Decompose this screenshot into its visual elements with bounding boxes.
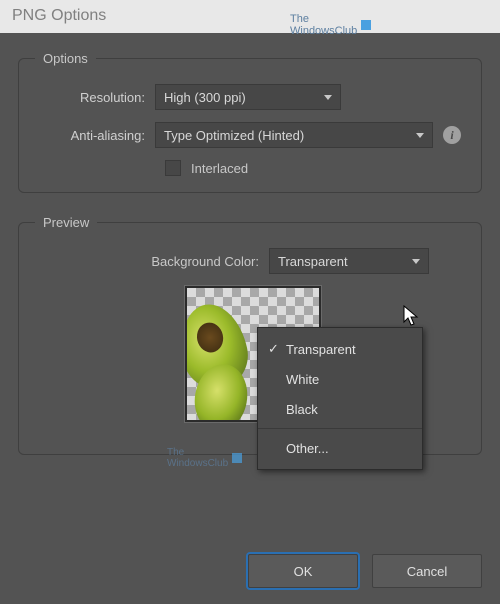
dialog-content: Options Resolution: High (300 ppi) Anti-… bbox=[0, 33, 500, 489]
dropdown-item-white[interactable]: White bbox=[258, 364, 422, 394]
chevron-down-icon bbox=[324, 95, 332, 100]
dropdown-item-black[interactable]: Black bbox=[258, 394, 422, 424]
background-color-row: Background Color: Transparent bbox=[35, 248, 465, 274]
button-bar: OK Cancel bbox=[248, 554, 482, 588]
dialog-title: PNG Options bbox=[12, 7, 106, 24]
background-color-label: Background Color: bbox=[35, 254, 269, 269]
anti-aliasing-row: Anti-aliasing: Type Optimized (Hinted) i bbox=[35, 122, 465, 148]
resolution-row: Resolution: High (300 ppi) bbox=[35, 84, 465, 110]
resolution-select-value: High (300 ppi) bbox=[164, 90, 246, 105]
dropdown-item-label: Black bbox=[286, 402, 318, 417]
cancel-button[interactable]: Cancel bbox=[372, 554, 482, 588]
background-color-select-value: Transparent bbox=[278, 254, 348, 269]
chevron-down-icon bbox=[412, 259, 420, 264]
info-icon[interactable]: i bbox=[443, 126, 461, 144]
ok-button[interactable]: OK bbox=[248, 554, 358, 588]
options-legend: Options bbox=[35, 51, 96, 66]
checkmark-icon: ✓ bbox=[268, 341, 286, 357]
preview-legend: Preview bbox=[35, 215, 97, 230]
interlaced-row: Interlaced bbox=[165, 160, 465, 176]
dropdown-item-label: Transparent bbox=[286, 342, 356, 357]
anti-aliasing-select-value: Type Optimized (Hinted) bbox=[164, 128, 304, 143]
options-group: Options Resolution: High (300 ppi) Anti-… bbox=[18, 51, 482, 193]
dropdown-item-label: White bbox=[286, 372, 319, 387]
watermark: The WindowsClub bbox=[290, 13, 371, 37]
resolution-label: Resolution: bbox=[35, 90, 155, 105]
dropdown-separator bbox=[258, 428, 422, 429]
anti-aliasing-select[interactable]: Type Optimized (Hinted) bbox=[155, 122, 433, 148]
watermark: The WindowsClub bbox=[167, 447, 242, 469]
dropdown-item-other[interactable]: Other... bbox=[258, 433, 422, 463]
chevron-down-icon bbox=[416, 133, 424, 138]
dropdown-item-transparent[interactable]: ✓ Transparent bbox=[258, 334, 422, 364]
anti-aliasing-label: Anti-aliasing: bbox=[35, 128, 155, 143]
dropdown-item-label: Other... bbox=[286, 441, 329, 456]
interlaced-checkbox[interactable] bbox=[165, 160, 181, 176]
interlaced-label[interactable]: Interlaced bbox=[191, 161, 248, 176]
background-color-select[interactable]: Transparent bbox=[269, 248, 429, 274]
background-color-dropdown: ✓ Transparent White Black Other... bbox=[257, 327, 423, 470]
dialog-titlebar: PNG Options bbox=[0, 0, 500, 33]
resolution-select[interactable]: High (300 ppi) bbox=[155, 84, 341, 110]
